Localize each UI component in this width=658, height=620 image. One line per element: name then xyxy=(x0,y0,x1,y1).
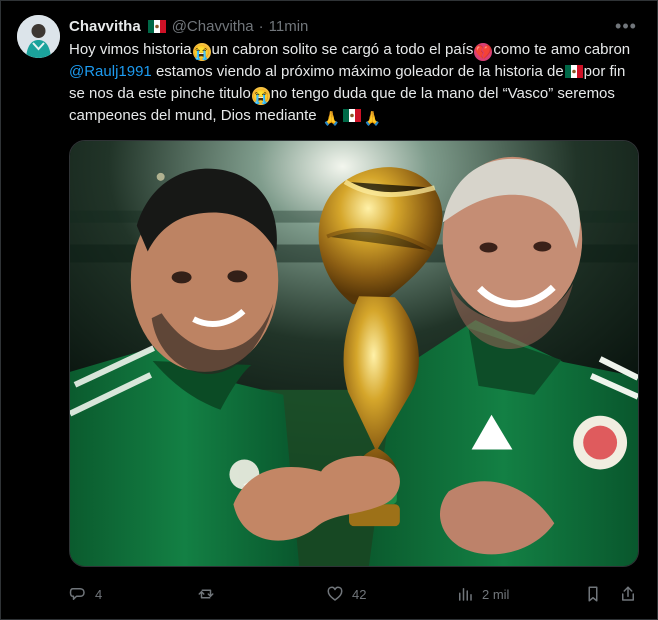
crying-face-emoji-icon: 😭 xyxy=(192,43,211,61)
mexico-flag-icon xyxy=(147,19,166,33)
tweet-text: Hoy vimos historia😭un cabron solito se c… xyxy=(69,39,639,127)
mexico-flag-icon xyxy=(342,107,361,122)
crying-face-emoji-icon: 😭 xyxy=(251,87,270,105)
heart-icon xyxy=(327,586,343,601)
display-name[interactable]: Chavvitha xyxy=(69,18,141,35)
like-button[interactable]: 42 xyxy=(326,582,366,606)
praying-hands-emoji-icon: 🙏 xyxy=(322,110,341,126)
post-time[interactable]: 11min xyxy=(269,18,309,35)
praying-hands-emoji-icon: 🙏 xyxy=(363,110,382,126)
retweet-button[interactable] xyxy=(197,582,223,606)
reply-count: 4 xyxy=(95,586,103,602)
tweet-image[interactable] xyxy=(69,140,639,567)
bookmark-button[interactable] xyxy=(584,582,602,606)
user-avatar[interactable] xyxy=(17,15,60,58)
views-chart-icon xyxy=(459,588,472,601)
more-options-icon[interactable]: ••• xyxy=(615,16,637,36)
tweet-header: Chavvitha @Chavvitha · 11min ••• xyxy=(69,15,637,37)
tweet-text-segment-3: como te amo cabron xyxy=(493,41,631,58)
user-handle[interactable]: @Chavvitha xyxy=(172,18,254,35)
tweet-actions: 4 42 2 mil xyxy=(69,582,637,606)
tweet-text-segment-2: un cabron solito se cargó a todo el país xyxy=(211,41,474,58)
reply-button[interactable]: 4 xyxy=(69,582,102,606)
share-button[interactable] xyxy=(619,582,637,606)
broken-heart-emoji-icon: 💔 xyxy=(474,43,493,61)
like-count: 42 xyxy=(352,586,367,602)
reply-icon xyxy=(69,588,85,600)
avatar-image-icon xyxy=(17,15,60,58)
tweet-text-segment-1: Hoy vimos historia xyxy=(69,41,192,58)
tweet-card: Chavvitha @Chavvitha · 11min ••• Hoy vim… xyxy=(0,0,658,620)
retweet-icon xyxy=(198,589,214,599)
mention-link[interactable]: @Raulj1991 xyxy=(69,63,152,80)
share-icon xyxy=(622,586,634,601)
bookmark-icon xyxy=(588,586,598,602)
views-button[interactable]: 2 mil xyxy=(456,582,509,606)
football-trophy-photo-icon xyxy=(70,141,638,566)
mexico-flag-icon xyxy=(564,63,583,78)
time-separator: · xyxy=(258,17,264,35)
tweet-text-segment-4: estamos viendo al próximo máximo goleado… xyxy=(151,63,564,80)
views-count: 2 mil xyxy=(482,586,510,602)
